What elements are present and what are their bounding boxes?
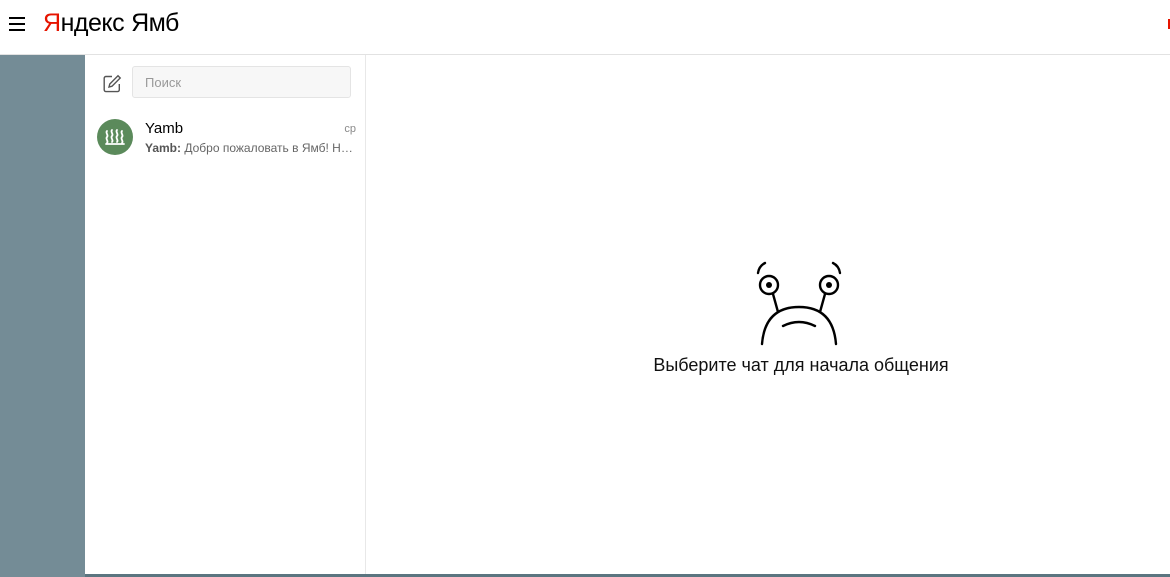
- empty-state-message: Выберите чат для начала общения: [653, 355, 949, 375]
- yamb-logo-icon: [105, 129, 125, 145]
- compose-icon[interactable]: [102, 74, 122, 94]
- chat-content-area: Выберите чат для начала общения: [366, 55, 1170, 574]
- chat-preview: Yamb: Добро пожаловать в Ямб! Н…: [145, 141, 357, 155]
- search-input[interactable]: [132, 66, 351, 98]
- top-bar: Яндекс Ямб: [0, 0, 1170, 55]
- logo-service-name: Ямб: [131, 9, 179, 37]
- hamburger-menu-icon[interactable]: [9, 17, 25, 31]
- chat-preview-text: Добро пожаловать в Ямб! Н…: [181, 141, 353, 155]
- logo-yandex: ндекс: [60, 9, 125, 37]
- yandex-yamb-logo[interactable]: Яндекс Ямб: [43, 8, 179, 40]
- chat-list-item[interactable]: Yamb ср Yamb: Добро пожаловать в Ямб! Н…: [85, 115, 365, 161]
- chat-list-sidebar: Yamb ср Yamb: Добро пожаловать в Ямб! Н…: [85, 55, 366, 574]
- chat-time: ср: [344, 123, 356, 135]
- logo-first-letter: Я: [43, 9, 61, 37]
- chat-preview-sender: Yamb:: [145, 141, 182, 155]
- sad-bug-icon: [756, 261, 842, 346]
- chat-avatar: [97, 119, 133, 155]
- chat-name: Yamb: [145, 120, 184, 137]
